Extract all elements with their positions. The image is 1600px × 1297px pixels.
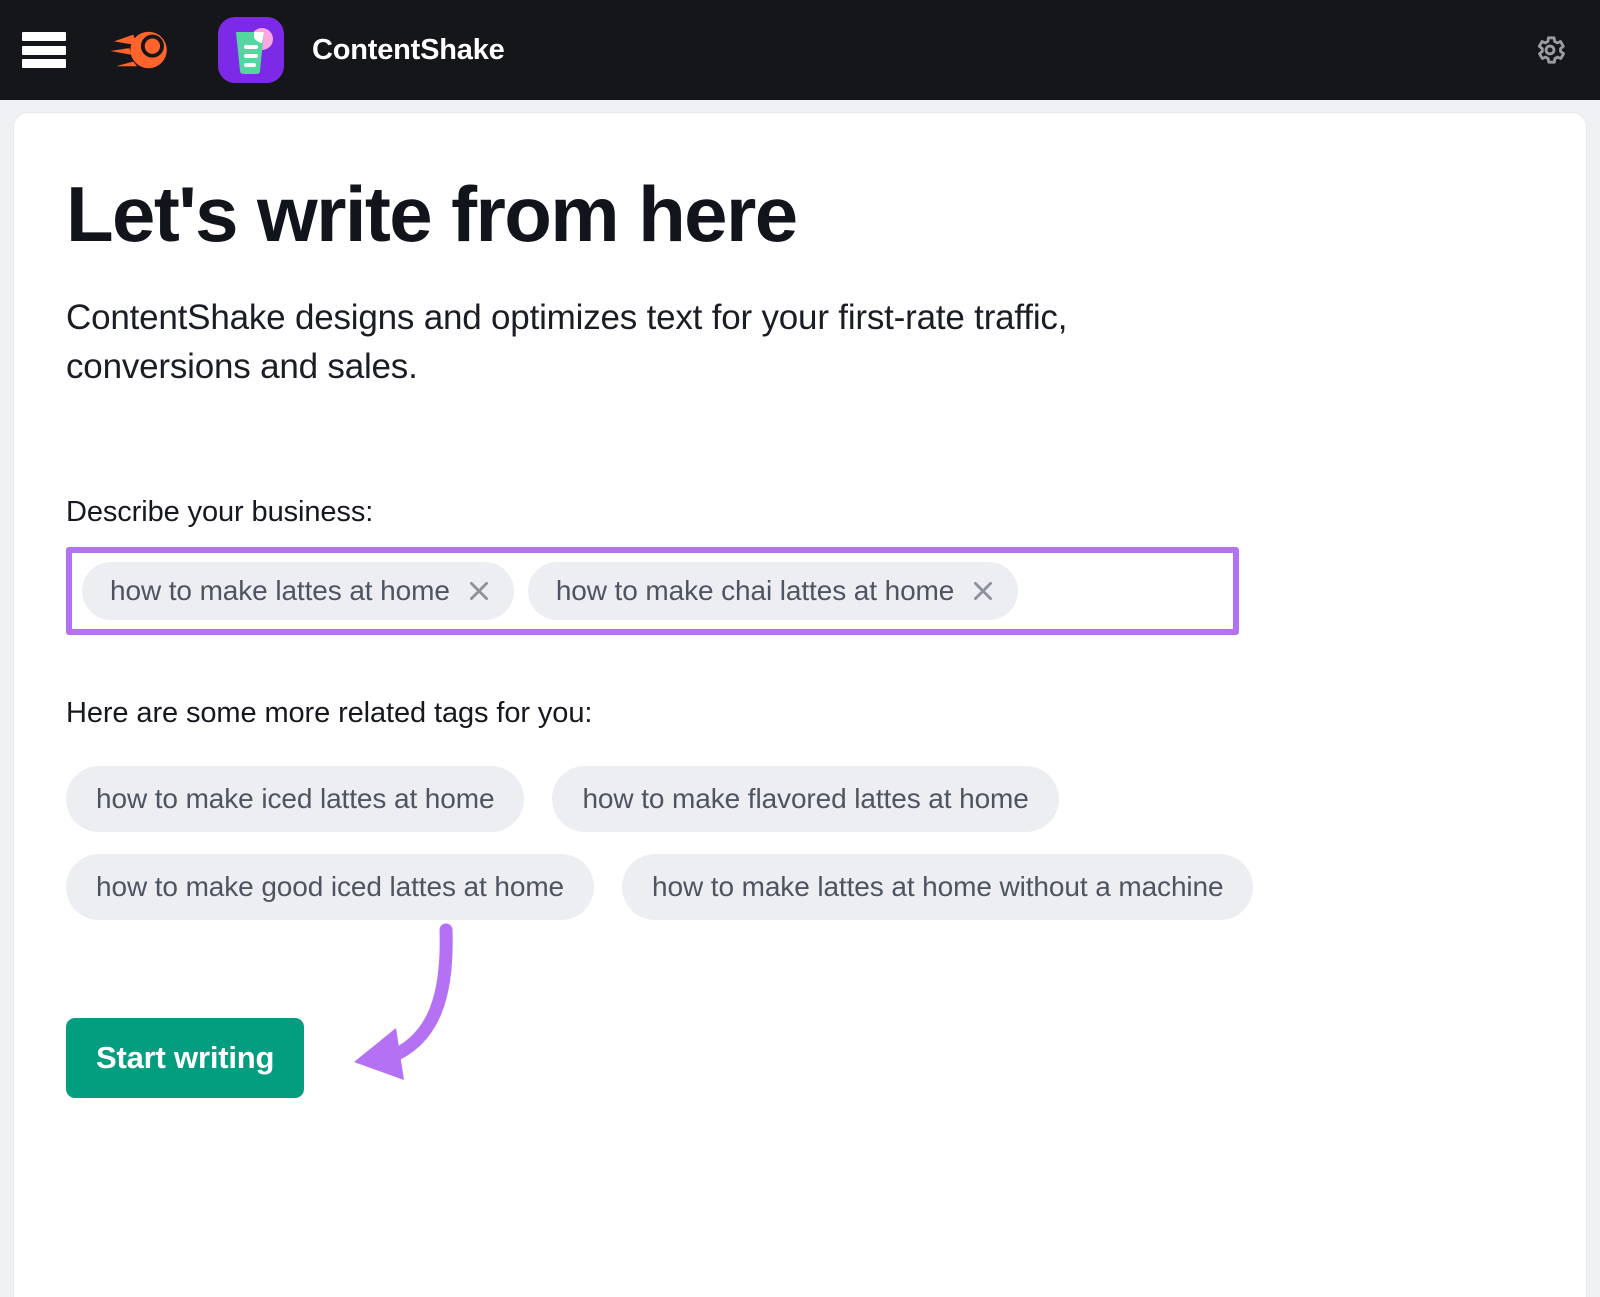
close-x-icon[interactable] xyxy=(970,578,996,604)
hamburger-menu-icon[interactable] xyxy=(22,32,66,68)
related-tag-chip[interactable]: how to make iced lattes at home xyxy=(66,766,524,832)
selected-tag-chip[interactable]: how to make chai lattes at home xyxy=(528,562,1018,620)
page-title: Let's write from here xyxy=(66,175,1534,255)
semrush-comet-logo[interactable] xyxy=(108,27,170,73)
business-tags-input[interactable]: how to make lattes at home how to make c… xyxy=(66,547,1239,635)
content-inner: Let's write from here ContentShake desig… xyxy=(14,113,1586,1297)
selected-tag-chip[interactable]: how to make lattes at home xyxy=(82,562,514,620)
selected-tag-label: how to make chai lattes at home xyxy=(556,575,954,607)
top-bar: ContentShake xyxy=(0,0,1600,100)
related-tag-chip[interactable]: how to make lattes at home without a mac… xyxy=(622,854,1253,920)
hamburger-bar xyxy=(22,59,66,68)
related-tags-list: how to make iced lattes at home how to m… xyxy=(66,766,1534,920)
related-tags-label: Here are some more related tags for you: xyxy=(66,697,1534,730)
start-writing-button[interactable]: Start writing xyxy=(66,1018,304,1098)
content-card: Let's write from here ContentShake desig… xyxy=(14,113,1586,1297)
hamburger-bar xyxy=(22,32,66,41)
close-x-icon[interactable] xyxy=(466,578,492,604)
cta-area: Start writing xyxy=(66,1008,486,1128)
selected-tag-label: how to make lattes at home xyxy=(110,575,450,607)
related-tags-row: how to make good iced lattes at home how… xyxy=(66,854,1534,920)
hamburger-bar xyxy=(22,46,66,55)
page-subtitle: ContentShake designs and optimizes text … xyxy=(66,293,1076,392)
related-tags-row: how to make iced lattes at home how to m… xyxy=(66,766,1534,832)
app-title: ContentShake xyxy=(312,34,505,67)
contentshake-logo[interactable] xyxy=(218,17,284,83)
describe-business-label: Describe your business: xyxy=(66,496,1534,529)
related-tag-chip[interactable]: how to make good iced lattes at home xyxy=(66,854,594,920)
annotation-arrow-icon xyxy=(296,920,486,1120)
related-tag-chip[interactable]: how to make flavored lattes at home xyxy=(552,766,1058,832)
gear-icon[interactable] xyxy=(1528,28,1572,72)
